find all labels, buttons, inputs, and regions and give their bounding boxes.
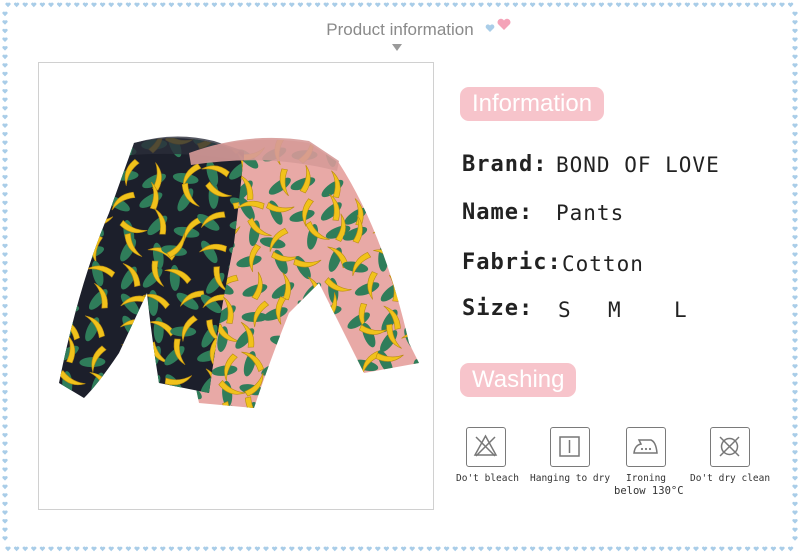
- no-bleach-label: Do't bleach: [456, 473, 519, 484]
- wash-item-hang-dry: Hanging to dry: [530, 427, 610, 485]
- chevron-down-icon: [392, 44, 402, 51]
- hang-dry-label: Hanging to dry: [530, 473, 611, 484]
- ironing-temperature-label: below 130°C: [614, 485, 684, 497]
- wash-item-no-bleach: Do't bleach: [456, 427, 519, 485]
- fabric-label: Fabric:: [462, 250, 562, 275]
- no-bleach-icon: [466, 427, 506, 467]
- brand-label: Brand:: [462, 152, 548, 177]
- wash-item-no-dry-clean: Do't dry clean: [690, 427, 770, 485]
- size-option-s: S: [558, 298, 572, 322]
- size-option-l: L: [674, 298, 688, 322]
- hearts-icon: [485, 18, 511, 32]
- brand-row: Brand: BOND OF LOVE: [462, 152, 719, 188]
- no-dry-clean-label: Do't dry clean: [690, 473, 771, 484]
- name-label: Name:: [462, 200, 534, 225]
- ironing-label: Ironing: [625, 473, 667, 484]
- iron-icon: [626, 427, 666, 467]
- product-information-title: Product information: [326, 20, 474, 39]
- no-dry-clean-icon: [710, 427, 750, 467]
- banana-print-pants-image: [59, 136, 419, 409]
- name-value: Pants: [556, 201, 625, 225]
- information-heading: Information: [460, 87, 605, 121]
- size-label: Size:: [462, 296, 534, 321]
- washing-heading: Washing: [460, 363, 577, 397]
- wash-item-ironing: Ironing below 130°C: [614, 427, 684, 497]
- fabric-value: Cotton: [562, 252, 644, 276]
- hang-dry-icon: [550, 427, 590, 467]
- size-row: Size: S M L: [462, 296, 687, 332]
- brand-value: BOND OF LOVE: [556, 153, 720, 177]
- product-photo: [38, 62, 434, 510]
- fabric-row: Fabric: Cotton: [462, 250, 643, 286]
- name-row: Name: Pants: [462, 200, 623, 236]
- size-option-m: M: [608, 298, 622, 322]
